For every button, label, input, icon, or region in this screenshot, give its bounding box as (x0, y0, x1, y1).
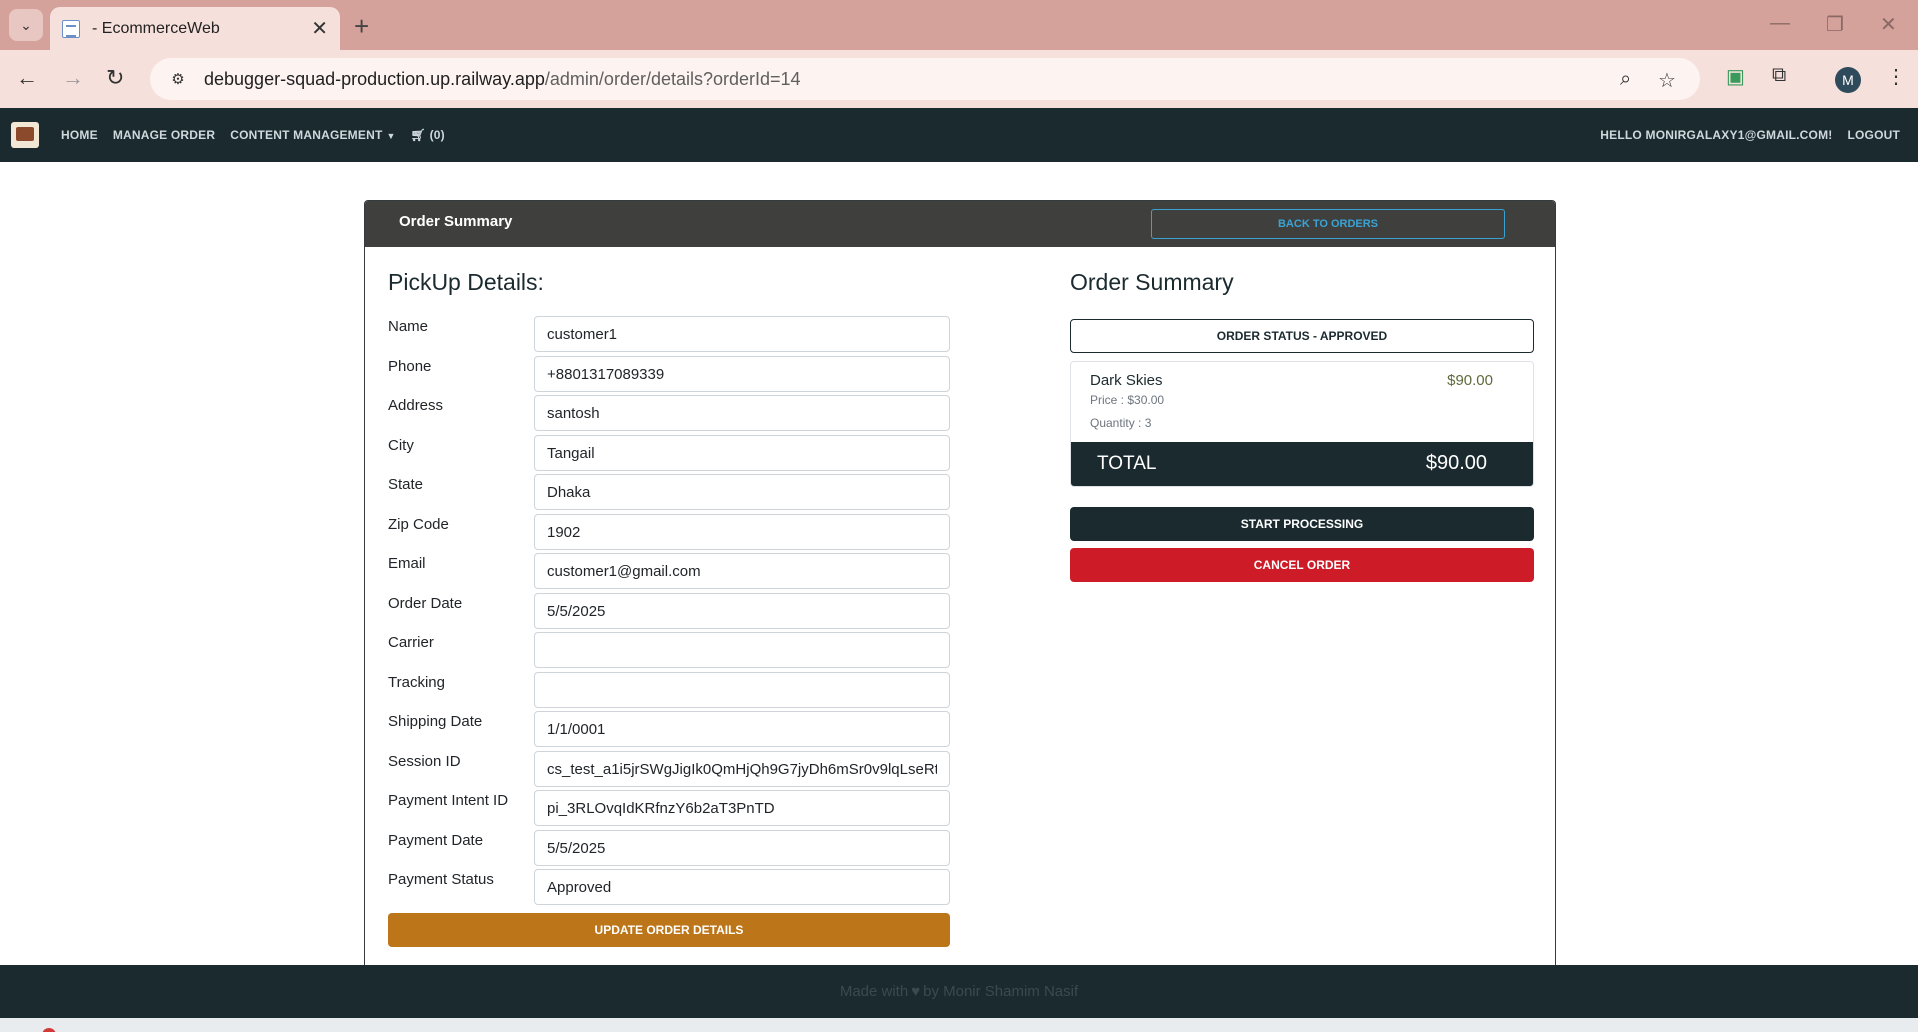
bookmark-star-icon[interactable]: ☆ (1658, 68, 1676, 93)
state-input[interactable] (534, 474, 950, 510)
nav-greeting[interactable]: HELLO MONIRGALAXY1@GMAIL.COM! (1600, 128, 1832, 142)
payment-date-label: Payment Date (388, 832, 484, 849)
shipping-date-label: Shipping Date (388, 713, 483, 730)
taskbar-strip (0, 1018, 1918, 1032)
puzzle-icon[interactable]: ⧉ (1772, 64, 1786, 87)
item-quantity: Quantity : 3 (1090, 416, 1152, 430)
total-bar: TOTAL $90.00 (1071, 442, 1533, 486)
payment-date-input[interactable] (534, 830, 950, 866)
payment-status-label: Payment Status (388, 871, 494, 888)
payment-intent-id-input[interactable] (534, 790, 950, 826)
tab-search-button[interactable]: ⌄ (9, 9, 43, 41)
update-order-details-button[interactable]: UPDATE ORDER DETAILS (388, 913, 950, 947)
phone-input[interactable] (534, 356, 950, 392)
order-date-input[interactable] (534, 593, 950, 629)
payment-intent-id-label: Payment Intent ID (388, 792, 509, 809)
phone-label: Phone (388, 358, 432, 375)
shipping-date-input[interactable] (534, 711, 950, 747)
zoom-icon[interactable]: ⌕ (1620, 68, 1631, 91)
session-id-input[interactable] (534, 751, 950, 787)
card-header: Order Summary BACK TO ORDERS (365, 201, 1555, 247)
footer-author: by Monir Shamim Nasif (923, 983, 1079, 1000)
nav-content-management[interactable]: CONTENT MANAGEMENT ▼ (230, 128, 395, 142)
minimize-icon[interactable]: — (1770, 12, 1790, 35)
email-label: Email (388, 555, 426, 572)
url-text: debugger-squad-production.up.railway.app… (204, 68, 801, 89)
profile-avatar[interactable]: M (1835, 67, 1861, 93)
address-label: Address (388, 397, 444, 414)
close-icon[interactable]: ✕ (311, 16, 328, 41)
order-card: Order Summary BACK TO ORDERS PickUp Deta… (364, 200, 1556, 965)
item-amount: $90.00 (1447, 372, 1493, 389)
item-price: Price : $30.00 (1090, 393, 1165, 407)
zip-code-label: Zip Code (388, 516, 449, 533)
total-amount: $90.00 (1425, 452, 1487, 474)
status-dot-icon (42, 1028, 56, 1032)
reload-icon[interactable]: ↻ (106, 65, 124, 91)
forward-arrow-icon[interactable]: → (62, 65, 84, 91)
payment-status-input[interactable] (534, 869, 950, 905)
footer-made-with: Made with (839, 983, 909, 1000)
site-settings-icon[interactable]: ⚙ (164, 65, 192, 93)
order-status-badge: ORDER STATUS - APPROVED (1070, 319, 1534, 353)
menu-dots-icon[interactable]: ⋮ (1886, 64, 1906, 89)
brand-logo[interactable] (11, 122, 39, 148)
city-input[interactable] (534, 435, 950, 471)
close-window-icon[interactable]: ✕ (1880, 12, 1897, 37)
carrier-input[interactable] (534, 632, 950, 668)
browser-toolbar: ← → ↻ ⚙ debugger-squad-production.up.rai… (0, 50, 1918, 108)
city-label: City (388, 437, 414, 454)
browser-tabstrip: ⌄ - EcommerceWeb ✕ + — ❐ ✕ (0, 0, 1918, 50)
heart-icon: ♥ (911, 983, 921, 1000)
item-name: Dark Skies (1090, 372, 1163, 389)
total-label: TOTAL (1097, 453, 1157, 474)
extension-icon[interactable]: ▣ (1726, 64, 1745, 89)
session-id-label: Session ID (388, 753, 461, 770)
order-summary-title: Order Summary (1070, 269, 1234, 295)
site-footer: Made with ♥ by Monir Shamim Nasif (0, 965, 1918, 1018)
order-date-label: Order Date (388, 595, 463, 612)
browser-tab[interactable]: - EcommerceWeb ✕ (50, 7, 340, 50)
start-processing-button[interactable]: START PROCESSING (1070, 507, 1534, 541)
pickup-details-title: PickUp Details: (388, 269, 544, 295)
tracking-input[interactable] (534, 672, 950, 708)
restore-icon[interactable]: ❐ (1826, 12, 1844, 37)
carrier-label: Carrier (388, 634, 434, 651)
address-bar[interactable]: ⚙ debugger-squad-production.up.railway.a… (150, 58, 1700, 100)
caret-down-icon: ▼ (386, 131, 396, 141)
zip-code-input[interactable] (534, 514, 950, 550)
site-navbar: HOME MANAGE ORDER CONTENT MANAGEMENT ▼ 🛒︎… (0, 108, 1918, 162)
cancel-order-button[interactable]: CANCEL ORDER (1070, 548, 1534, 582)
cart-icon: 🛒︎ (410, 128, 427, 142)
card-header-title: Order Summary (399, 213, 513, 230)
nav-cart[interactable]: 🛒︎ (0) (411, 128, 445, 142)
nav-logout[interactable]: LOGOUT (1847, 128, 1900, 142)
nav-manage-order[interactable]: MANAGE ORDER (113, 128, 215, 142)
tracking-label: Tracking (388, 674, 445, 691)
page-icon (62, 19, 80, 38)
back-arrow-icon[interactable]: ← (16, 65, 38, 91)
name-input[interactable] (534, 316, 950, 352)
name-label: Name (388, 318, 429, 335)
nav-home[interactable]: HOME (61, 128, 98, 142)
state-label: State (388, 476, 424, 493)
tab-title: - EcommerceWeb (92, 19, 220, 37)
order-item: Dark Skies $90.00 Price : $30.00 Quantit… (1070, 361, 1534, 487)
email-input[interactable] (534, 553, 950, 589)
new-tab-button[interactable]: + (354, 11, 369, 42)
address-input[interactable] (534, 395, 950, 431)
back-to-orders-button[interactable]: BACK TO ORDERS (1151, 209, 1505, 239)
